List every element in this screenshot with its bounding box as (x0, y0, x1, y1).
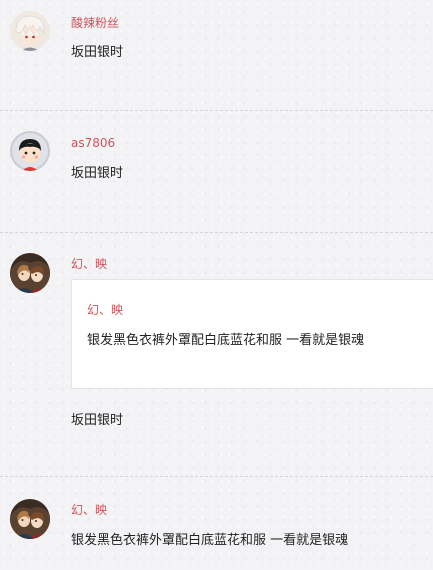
quoted-username[interactable]: 幻、映 (87, 303, 123, 317)
comment-username[interactable]: as7806 (71, 136, 115, 150)
comment-divider (0, 110, 433, 111)
comment-divider (0, 232, 433, 233)
quoted-text: 银发黑色衣裤外罩配白底蓝花和服 一看就是银魂 (87, 333, 365, 348)
comment-username[interactable]: 酸辣粉丝 (71, 16, 119, 30)
cartoon-boy-avatar-icon[interactable] (10, 131, 50, 171)
comment-text: 坂田银时 (71, 45, 124, 60)
white-haired-anime-avatar-icon[interactable] (10, 11, 50, 51)
comment-divider (0, 476, 433, 477)
comment-text: 坂田银时 (71, 413, 124, 428)
comment-username[interactable]: 幻、映 (71, 257, 107, 271)
comment-text: 坂田银时 (71, 166, 124, 181)
quoted-comment: 幻、映 银发黑色衣裤外罩配白底蓝花和服 一看就是银魂 (71, 279, 433, 389)
anime-pair-avatar-icon[interactable] (10, 499, 50, 539)
comment-text: 银发黑色衣裤外罩配白底蓝花和服 一看就是银魂 (71, 533, 349, 548)
comment-username[interactable]: 幻、映 (71, 503, 107, 517)
anime-pair-avatar-icon[interactable] (10, 253, 50, 293)
